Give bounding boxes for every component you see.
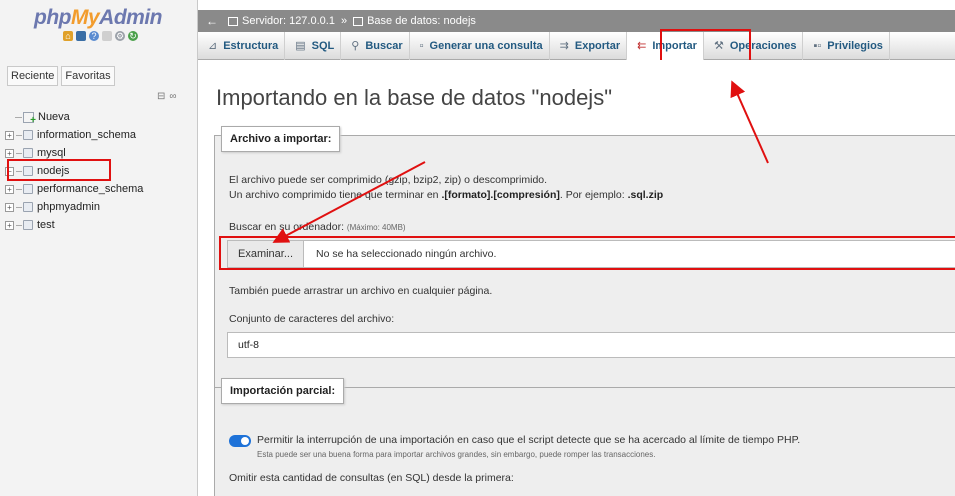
allow-interrupt-toggle[interactable] [229,435,251,447]
sidebar-tabs: Reciente Favoritas [7,66,115,86]
tab-structure[interactable]: ⊿ Estructura [198,31,286,60]
section-legend: Importación parcial: [221,378,345,404]
file-input-annotation-box [219,236,955,270]
tree-connector [16,206,22,208]
charset-select[interactable]: utf-8 [227,332,955,358]
tab-privileges[interactable]: ▪▫ Privilegios [803,31,890,60]
settings-icon[interactable]: ⚙ [115,31,125,41]
tab-query[interactable]: ▫ Generar una consulta [410,31,550,60]
tree-item-label: performance_schema [37,183,144,195]
max-size: (Máximo: 40MB) [346,223,406,232]
tree-item-test[interactable]: + test [5,216,143,234]
reload-icon[interactable]: ↻ [128,31,138,41]
collapse-all-icon[interactable]: ⊟ [157,91,165,102]
database-icon [23,202,33,212]
tab-search[interactable]: ⚲ Buscar [341,31,410,60]
import-icon: ⇇ [637,40,647,52]
section-legend: Archivo a importar: [221,126,341,152]
breadcrumb-server[interactable]: Servidor: 127.0.0.1 [242,15,335,27]
main-content: Importando en la base de datos "nodejs" … [198,60,955,496]
home-icon[interactable]: ⌂ [63,31,73,41]
tree-controls: ⊟ ∞ [157,91,177,102]
interrupt-note: Esta puede ser una buena forma para impo… [257,450,656,459]
tab-label: Generar una consulta [429,39,543,52]
tab-label: Exportar [574,39,621,52]
docs-icon[interactable] [102,31,112,41]
sql-icon: ▤ [295,40,306,52]
tab-recent[interactable]: Reciente [7,66,59,86]
skip-queries-label: Omitir esta cantidad de consultas (en SQ… [229,472,514,484]
tree-item-information-schema[interactable]: + information_schema [5,126,143,144]
breadcrumb-database[interactable]: Base de datos: nodejs [367,15,476,27]
new-database-icon [23,111,36,126]
database-icon [23,130,33,140]
tree-connector [16,134,22,136]
export-icon: ⇉ [559,40,569,52]
back-arrow-icon[interactable]: ← [206,14,218,28]
expand-icon[interactable]: + [5,148,14,158]
structure-icon: ⊿ [208,40,218,52]
link-icon[interactable]: ∞ [169,91,176,102]
app-root: phpMyAdmin ⌂ ? ⚙ ↻ Reciente Favoritas ⊟ … [0,0,955,496]
expand-icon[interactable]: + [5,184,14,194]
expand-icon[interactable]: + [5,202,14,212]
logout-icon[interactable] [76,31,86,41]
server-icon [228,16,238,26]
phpmyadmin-logo[interactable]: phpMyAdmin [34,6,162,30]
tree-connector [16,224,22,226]
partial-import-section: Importación parcial: Permitir la interru… [214,378,955,496]
database-icon [23,184,33,194]
drag-hint: También puede arrastrar un archivo en cu… [229,285,493,297]
tree-item-label: test [37,219,55,231]
tree-item-label: Nueva [38,111,70,123]
tab-label: Privilegios [827,39,883,52]
compression-info: El archivo puede ser comprimido (gzip, b… [229,174,548,186]
tree-connector [15,116,22,118]
quick-links: ⌂ ? ⚙ ↻ [63,31,138,41]
tree-item-label: information_schema [37,129,137,141]
tab-export[interactable]: ⇉ Exportar [550,31,628,60]
tree-item-label: phpmyadmin [37,201,100,213]
tab-label: SQL [311,39,335,52]
main-tabs: ⊿ Estructura ▤ SQL ⚲ Buscar ▫ Generar una co… [198,31,955,60]
database-icon [353,16,364,26]
tree-item-label: mysql [37,147,66,159]
breadcrumb: ← Servidor: 127.0.0.1 » Base de datos: n… [198,10,955,32]
privileges-icon: ▪▫ [813,39,822,52]
tree-item-phpmyadmin[interactable]: + phpmyadmin [5,198,143,216]
expand-icon[interactable]: + [5,220,14,230]
database-icon [23,148,33,158]
expand-icon[interactable]: + [5,130,14,140]
help-icon[interactable]: ? [89,31,99,41]
query-icon: ▫ [419,39,424,52]
tree-item-performance-schema[interactable]: + performance_schema [5,180,143,198]
charset-label: Conjunto de caracteres del archivo: [229,313,395,325]
breadcrumb-separator: » [340,15,348,27]
database-icon [23,220,33,230]
tab-favorites[interactable]: Favoritas [61,66,115,86]
page-title: Importando en la base de datos "nodejs" [216,85,612,110]
tree-connector [16,188,22,190]
tab-label: Buscar [365,39,403,52]
search-icon: ⚲ [351,40,360,52]
tab-label: Estructura [223,39,279,52]
allow-interrupt-label: Permitir la interrupción de una importac… [257,434,801,446]
browse-label: Buscar en su ordenador: (Máximo: 40MB) [229,221,406,233]
tree-item-new[interactable]: Nueva [5,108,143,126]
tree-connector [16,152,22,154]
navigation-sidebar: phpMyAdmin ⌂ ? ⚙ ↻ Reciente Favoritas ⊟ … [0,0,198,496]
compression-format-info: Un archivo comprimido tiene que terminar… [229,189,664,201]
tab-sql[interactable]: ▤ SQL [285,31,342,60]
nodejs-annotation-box [7,159,111,181]
